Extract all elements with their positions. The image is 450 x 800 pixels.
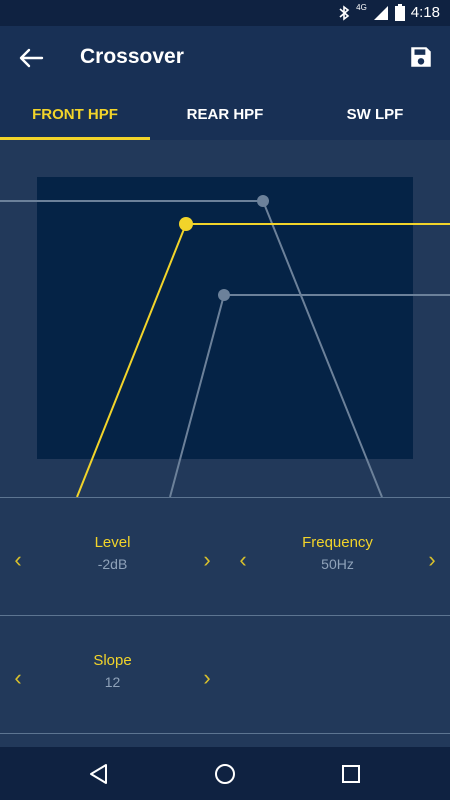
divider bbox=[0, 497, 450, 498]
slope-label: Slope bbox=[93, 652, 132, 669]
front-hpf-handle[interactable] bbox=[179, 217, 193, 231]
status-time: 4:18 bbox=[410, 4, 440, 21]
save-icon[interactable] bbox=[408, 44, 434, 70]
level-label: Level bbox=[94, 534, 131, 551]
level-increase-chevron-right-icon[interactable]: › bbox=[197, 549, 217, 571]
frequency-control: Frequency 50Hz ‹ › bbox=[225, 514, 450, 594]
divider bbox=[0, 615, 450, 616]
app-bar: Crossover bbox=[0, 26, 450, 90]
crossover-graph bbox=[0, 140, 450, 497]
battery-icon bbox=[394, 4, 405, 21]
page-title: Crossover bbox=[80, 45, 184, 68]
system-nav-bar bbox=[0, 747, 450, 800]
tab-rear-hpf[interactable]: REAR HPF bbox=[150, 90, 300, 140]
tab-sw-lpf[interactable]: SW LPF bbox=[300, 90, 450, 140]
sw-lpf-handle[interactable] bbox=[257, 195, 269, 207]
level-decrease-chevron-left-icon[interactable]: ‹ bbox=[8, 549, 28, 571]
signal-4g-icon bbox=[373, 5, 388, 20]
frequency-value: 50Hz bbox=[321, 556, 354, 572]
nav-back-icon[interactable] bbox=[86, 761, 112, 787]
nav-home-icon[interactable] bbox=[212, 761, 238, 787]
frequency-increase-chevron-right-icon[interactable]: › bbox=[422, 549, 442, 571]
tab-bar: FRONT HPF REAR HPF SW LPF bbox=[0, 90, 450, 140]
frequency-decrease-chevron-left-icon[interactable]: ‹ bbox=[233, 549, 253, 571]
nav-recents-icon[interactable] bbox=[338, 761, 364, 787]
bluetooth-icon bbox=[339, 4, 350, 21]
signal-4g-label: 4G bbox=[356, 3, 367, 12]
status-bar: 4G 4:18 bbox=[0, 0, 450, 26]
slope-decrease-chevron-left-icon[interactable]: ‹ bbox=[8, 667, 28, 689]
slope-control: Slope 12 ‹ › bbox=[0, 632, 225, 712]
divider bbox=[0, 733, 450, 734]
level-value: -2dB bbox=[97, 556, 128, 572]
arrow-left-icon[interactable] bbox=[18, 46, 44, 70]
slope-increase-chevron-right-icon[interactable]: › bbox=[197, 667, 217, 689]
plot-area bbox=[37, 177, 413, 459]
status-icons: 4G 4:18 bbox=[338, 3, 440, 21]
rear-hpf-handle[interactable] bbox=[218, 289, 230, 301]
slope-value: 12 bbox=[104, 674, 121, 690]
frequency-label: Frequency bbox=[302, 534, 373, 551]
tab-front-hpf[interactable]: FRONT HPF bbox=[0, 90, 150, 140]
level-control: Level -2dB ‹ › bbox=[0, 514, 225, 594]
crossover-graph-svg bbox=[0, 177, 450, 497]
